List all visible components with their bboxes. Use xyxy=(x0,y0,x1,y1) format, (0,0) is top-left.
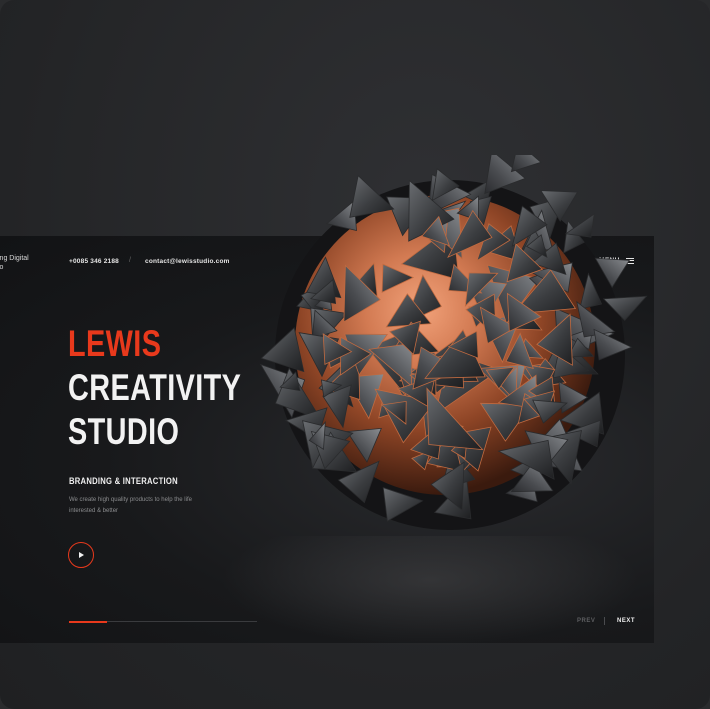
phone-number[interactable]: +0085 346 2188 xyxy=(69,258,119,265)
email-link[interactable]: contact@lewisstudio.com xyxy=(145,258,230,265)
sphere-shards xyxy=(259,141,648,530)
hero-tagline: BRANDING & INTERACTION xyxy=(69,476,178,486)
hero-description: We create high quality products to help … xyxy=(69,497,192,514)
hero-title: LEWIS CREATIVITY STUDIO xyxy=(68,322,241,454)
sphere-shard xyxy=(510,141,542,173)
brand-fragment-line2: io xyxy=(0,264,4,271)
play-button[interactable] xyxy=(68,542,94,568)
slide-progress-track xyxy=(69,620,257,623)
page-backdrop: ing Digital io +0085 346 2188 / contact@… xyxy=(0,0,710,709)
brand-tagline-fragment: ing Digital io xyxy=(0,254,29,272)
sphere-illustration xyxy=(259,141,648,530)
next-button[interactable]: NEXT xyxy=(617,618,635,624)
hero-title-line1: LEWIS xyxy=(68,323,162,364)
hero-title-line2: CREATIVITY xyxy=(68,367,242,408)
contact-separator: / xyxy=(129,257,131,264)
play-icon xyxy=(79,552,84,558)
geometric-sphere xyxy=(255,141,655,555)
prev-button[interactable]: PREV xyxy=(577,618,595,624)
hero-title-line3: STUDIO xyxy=(68,411,180,452)
brand-fragment-line1: ing Digital xyxy=(0,255,29,262)
slide-progress-fill xyxy=(69,620,107,623)
nav-separator xyxy=(604,617,605,625)
